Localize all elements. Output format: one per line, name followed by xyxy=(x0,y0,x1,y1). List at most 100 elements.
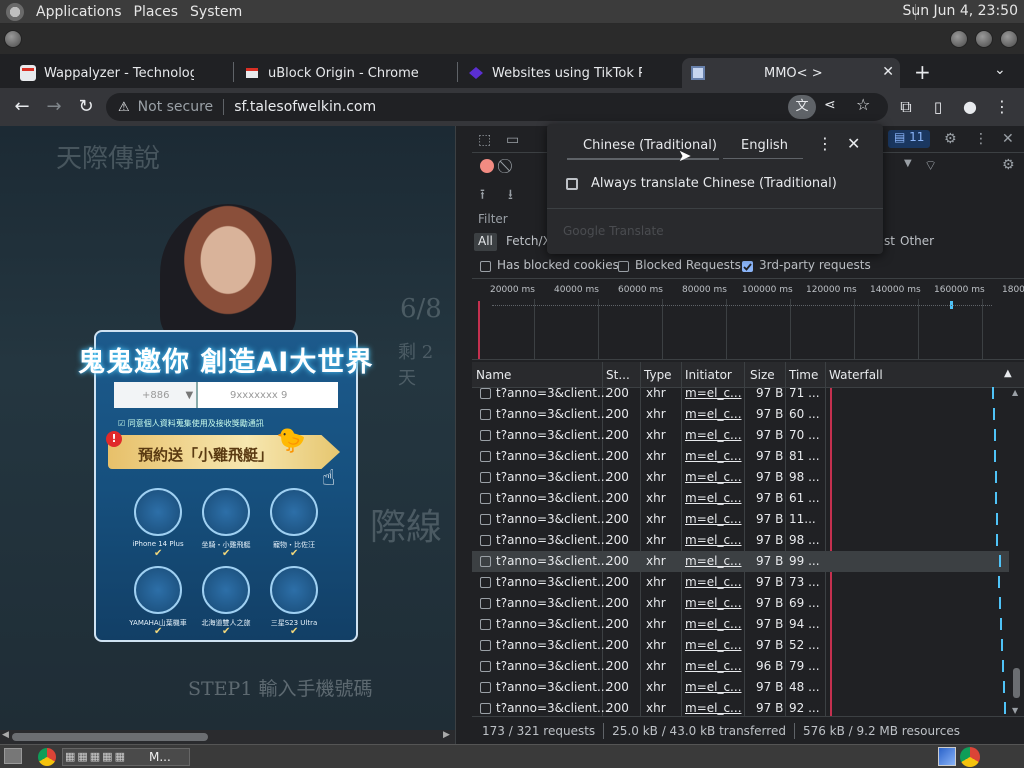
translate-options-icon[interactable]: ⋮ xyxy=(817,134,833,153)
chrome-menu-icon[interactable]: ⋮ xyxy=(990,96,1014,118)
network-conditions-icon[interactable]: ⌔ xyxy=(924,157,937,175)
filter-input[interactable]: Filter xyxy=(478,212,508,226)
close-tab-icon[interactable]: ✕ xyxy=(882,64,894,80)
scroll-left-icon[interactable]: ◀ xyxy=(2,730,9,740)
tray-chrome-icon[interactable] xyxy=(960,747,980,767)
request-row[interactable]: t?anno=3&client... 200 xhr m=el_c... 97 B 70 … xyxy=(472,425,1009,446)
request-initiator[interactable]: m=el_c... xyxy=(685,449,742,463)
request-initiator[interactable]: m=el_c... xyxy=(685,428,742,442)
translate-icon[interactable]: 文 xyxy=(788,95,816,119)
request-row[interactable]: t?anno=3&client... 200 xhr m=el_c... 97 B 98 … xyxy=(472,467,1009,488)
request-initiator[interactable]: m=el_c... xyxy=(685,701,742,715)
tab-tiktok-pixel[interactable]: Websites using TikTok Pixel xyxy=(460,58,680,88)
request-row[interactable]: t?anno=3&client... 200 xhr m=el_c... 97 B 48 … xyxy=(472,677,1009,698)
close-devtools-icon[interactable]: ✕ xyxy=(1002,131,1014,147)
request-initiator[interactable]: m=el_c... xyxy=(685,470,742,484)
security-status[interactable]: Not secure xyxy=(138,99,214,115)
request-row[interactable]: t?anno=3&client... 200 xhr m=el_c... 97 B 52 … xyxy=(472,635,1009,656)
column-header-status[interactable]: St... xyxy=(606,368,630,382)
web-page-viewport[interactable]: 天際傳說 6/8 剩 2 天 際線 鬼鬼邀你 創造AI大世界 +886 ▼ 9xx… xyxy=(0,126,455,730)
page-horizontal-scrollbar[interactable]: ◀ ▶ xyxy=(0,730,455,744)
request-row[interactable]: t?anno=3&client... 200 xhr m=el_c... 97 B 11.… xyxy=(472,509,1009,530)
system-menu[interactable]: System xyxy=(190,4,242,20)
column-header-size[interactable]: Size xyxy=(750,368,775,382)
close-translate-popup-icon[interactable]: ✕ xyxy=(847,134,860,153)
row-checkbox[interactable] xyxy=(480,682,491,693)
row-checkbox[interactable] xyxy=(480,451,491,462)
import-har-icon[interactable]: ⭱ xyxy=(480,184,485,208)
column-header-type[interactable]: Type xyxy=(644,368,672,382)
request-initiator[interactable]: m=el_c... xyxy=(685,533,742,547)
request-row[interactable]: t?anno=3&client... 200 xhr m=el_c... 97 B 61 … xyxy=(472,488,1009,509)
places-menu[interactable]: Places xyxy=(134,4,179,20)
minimize-window-icon[interactable] xyxy=(950,30,968,48)
bookmark-star-icon[interactable]: ☆ xyxy=(856,95,870,114)
network-overview-timeline[interactable]: 20000 ms 40000 ms 60000 ms 80000 ms 1000… xyxy=(472,278,1024,360)
request-row[interactable]: t?anno=3&client... 200 xhr m=el_c... 97 B 69 … xyxy=(472,593,1009,614)
row-checkbox[interactable] xyxy=(480,703,491,714)
checkbox-icon[interactable]: ☑ xyxy=(118,419,128,428)
source-language-tab[interactable]: Chinese (Traditional) xyxy=(583,138,717,153)
request-initiator[interactable]: m=el_c... xyxy=(685,386,742,400)
request-row[interactable]: t?anno=3&client... 200 xhr m=el_c... 97 B 73 … xyxy=(472,572,1009,593)
column-header-time[interactable]: Time xyxy=(789,368,818,382)
request-initiator[interactable]: m=el_c... xyxy=(685,554,742,568)
not-secure-warning-icon[interactable]: ⚠ xyxy=(118,100,130,115)
clock[interactable]: Sun Jun 4, 23:50 xyxy=(902,3,1018,19)
blocked-requests-checkbox[interactable] xyxy=(618,261,629,272)
consent-checkbox-label[interactable]: ☑ 同意個人資料蒐集使用及接收獎勵通訊 xyxy=(118,418,264,429)
row-checkbox[interactable] xyxy=(480,472,491,483)
request-initiator[interactable]: m=el_c... xyxy=(685,596,742,610)
settings-gear-icon[interactable]: ⚙ xyxy=(944,131,957,147)
request-row[interactable]: t?anno=3&client... 200 xhr m=el_c... 97 B 94 … xyxy=(472,614,1009,635)
column-header-waterfall[interactable]: Waterfall xyxy=(829,368,883,382)
row-checkbox[interactable] xyxy=(480,577,491,588)
forward-icon[interactable]: → xyxy=(42,96,66,118)
scrollbar-thumb[interactable] xyxy=(1013,668,1020,698)
always-translate-label[interactable]: Always translate Chinese (Traditional) xyxy=(591,176,837,191)
request-initiator[interactable]: m=el_c... xyxy=(685,575,742,589)
tab-search-chevron-icon[interactable]: ⌄ xyxy=(994,62,1006,78)
country-code-select[interactable]: +886 ▼ xyxy=(114,382,198,408)
device-toolbar-icon[interactable]: ▭ xyxy=(506,132,519,148)
row-checkbox[interactable] xyxy=(480,430,491,441)
third-party-requests-checkbox[interactable] xyxy=(742,261,753,272)
request-initiator[interactable]: m=el_c... xyxy=(685,617,742,631)
issues-badge[interactable]: ▤ 11 xyxy=(888,130,931,148)
row-checkbox[interactable] xyxy=(480,388,491,399)
request-initiator[interactable]: m=el_c... xyxy=(685,491,742,505)
request-row[interactable]: t?anno=3&client... 200 xhr m=el_c... 97 B 60 … xyxy=(472,404,1009,425)
inspect-element-icon[interactable]: ⬚ xyxy=(478,132,491,148)
tab-ublock-origin[interactable]: uBlock Origin - Chrome Web xyxy=(236,58,456,88)
column-header-initiator[interactable]: Initiator xyxy=(685,368,732,382)
omnibox[interactable]: ⚠ Not secure sf.talesofwelkin.com 文 ⋖ ☆ xyxy=(106,93,888,121)
request-initiator[interactable]: m=el_c... xyxy=(685,638,742,652)
url-text[interactable]: sf.talesofwelkin.com xyxy=(234,99,376,115)
filter-chip-other[interactable]: Other xyxy=(896,233,938,251)
distro-logo-icon[interactable] xyxy=(6,2,24,21)
row-checkbox[interactable] xyxy=(480,640,491,651)
share-icon[interactable]: ⋖ xyxy=(824,97,836,113)
show-desktop-icon[interactable] xyxy=(4,748,22,764)
network-settings-gear-icon[interactable]: ⚙ xyxy=(1002,157,1015,173)
extensions-puzzle-icon[interactable]: ⧉ xyxy=(894,96,918,118)
close-window-icon[interactable] xyxy=(1000,30,1018,48)
scrollbar-thumb[interactable] xyxy=(12,733,208,741)
row-checkbox[interactable] xyxy=(480,661,491,672)
column-header-name[interactable]: Name xyxy=(476,368,511,382)
side-panel-icon[interactable]: ▯ xyxy=(926,96,950,118)
requests-vertical-scrollbar[interactable]: ▲ ▼ xyxy=(1009,388,1023,716)
always-translate-checkbox[interactable] xyxy=(566,178,578,190)
request-row[interactable]: t?anno=3&client... 200 xhr m=el_c... 97 B 81 … xyxy=(472,446,1009,467)
request-row[interactable]: t?anno=3&client... 200 xhr m=el_c... 96 B 79 … xyxy=(472,656,1009,677)
workspace-switcher-icon[interactable] xyxy=(938,747,956,766)
applications-menu[interactable]: Applications xyxy=(36,4,122,20)
window-menu-icon[interactable] xyxy=(4,30,22,48)
throttling-dropdown-icon[interactable]: ▼ xyxy=(904,158,912,169)
request-initiator[interactable]: m=el_c... xyxy=(685,680,742,694)
row-checkbox[interactable] xyxy=(480,514,491,525)
devtools-menu-icon[interactable]: ⋮ xyxy=(974,131,988,147)
request-row[interactable]: t?anno=3&client... 200 xhr m=el_c... 97 B 98 … xyxy=(472,530,1009,551)
tab-mmo-active[interactable]: MMO< > ✕ xyxy=(682,58,900,88)
scroll-down-icon[interactable]: ▼ xyxy=(1012,706,1018,715)
